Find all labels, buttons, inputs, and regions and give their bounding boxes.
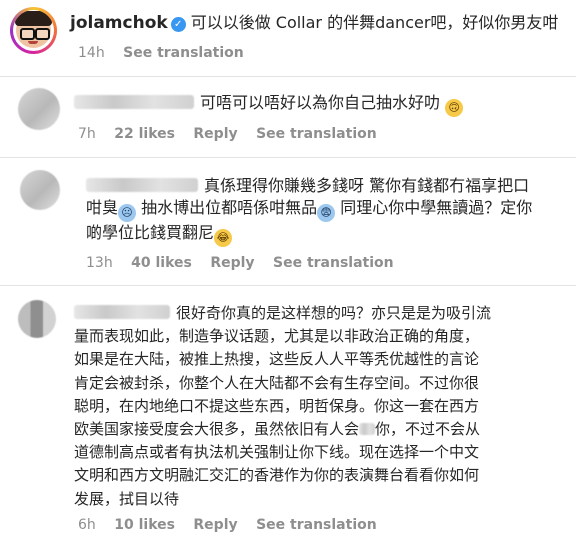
divider (0, 157, 576, 158)
verified-badge-icon: ✓ (170, 17, 186, 32)
comment-row: 可唔可以唔好以為你自己抽水好叻 🙃 (74, 92, 464, 117)
comment-time: 7h (78, 126, 96, 142)
likes-count[interactable]: 40 likes (131, 255, 192, 271)
divider (0, 285, 576, 286)
commenter-username-redacted[interactable] (74, 95, 194, 109)
comment-meta: 6h 10 likes Reply See translation (78, 517, 391, 533)
see-translation-link[interactable]: See translation (123, 45, 244, 61)
fearful-face-emoji-icon: 😨 (317, 204, 336, 222)
commenter-username-redacted[interactable] (74, 305, 170, 319)
comment-text: 可唔可以唔好以為你自己抽水好叻 (200, 93, 441, 112)
comment-time: 13h (86, 255, 113, 271)
caption-text: 可以以後做 Collar 的伴舞dancer吧，好似你男友咁 (190, 13, 559, 32)
reply-button[interactable]: Reply (193, 126, 237, 142)
author-avatar[interactable] (10, 7, 57, 54)
redacted-word (359, 423, 376, 436)
comment-meta: 13h 40 likes Reply See translation (86, 255, 408, 271)
upside-down-face-emoji-icon: 🙃 (445, 99, 464, 117)
comment-body: 很好奇你真的是这样想的吗？亦只是是为吸引流 量而表现如此，制造争议话题，尤其是以… (74, 304, 492, 508)
reply-button[interactable]: Reply (193, 517, 237, 533)
commenter-username-redacted[interactable] (86, 178, 198, 192)
laughing-face-emoji-icon: 😂 (214, 229, 233, 247)
author-username[interactable]: jolamchok (70, 13, 168, 33)
comment-body: 真係理得你賺幾多錢呀 驚你有錢都冇福享把口 咁臭 ☹ 抽水博出位都唔係咁無品 😨 同… (86, 175, 532, 247)
caption-time: 14h (78, 45, 105, 61)
comment-time: 6h (78, 517, 96, 533)
commenter-avatar[interactable] (18, 88, 60, 130)
glasses-icon (20, 28, 35, 40)
commenter-avatar[interactable] (18, 300, 56, 338)
likes-count[interactable]: 22 likes (114, 126, 175, 142)
see-translation-link[interactable]: See translation (256, 126, 377, 142)
divider (0, 76, 576, 77)
see-translation-link[interactable]: See translation (256, 517, 377, 533)
comment-meta: 7h 22 likes Reply See translation (78, 126, 391, 142)
likes-count[interactable]: 10 likes (114, 517, 175, 533)
caption-meta: 14h See translation (78, 45, 258, 61)
frowning-face-emoji-icon: ☹ (118, 204, 137, 222)
reply-button[interactable]: Reply (210, 255, 254, 271)
see-translation-link[interactable]: See translation (273, 255, 394, 271)
caption-row: jolamchok ✓ 可以以後做 Collar 的伴舞dancer吧，好似你男友咁 (70, 12, 558, 34)
commenter-avatar[interactable] (20, 170, 60, 210)
comments-screen: jolamchok ✓ 可以以後做 Collar 的伴舞dancer吧，好似你男友咁… (0, 0, 576, 551)
